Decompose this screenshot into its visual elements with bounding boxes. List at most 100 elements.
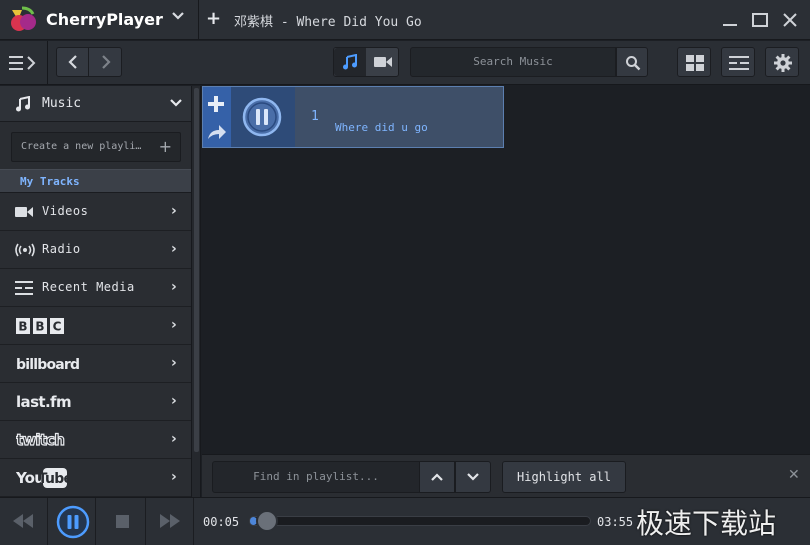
pause-icon[interactable] [241, 96, 283, 138]
video-camera-icon [15, 207, 33, 217]
media-type-switch [333, 47, 399, 77]
sidebar: Music Create a new playli… + My Tracks V… [0, 86, 191, 497]
seek-handle[interactable] [255, 510, 278, 532]
svg-text:B: B [35, 320, 44, 334]
title-bar: CherryPlayer + 邓紫棋 - Where Did You Go [0, 0, 810, 40]
find-bar: Find in playlist... Highlight all ✕ [202, 454, 810, 497]
track-artwork [231, 87, 295, 147]
sidebar-item-lastfm[interactable]: last.fm › [0, 383, 191, 421]
seek-bar[interactable] [249, 516, 591, 526]
chevron-right-icon: › [171, 393, 177, 409]
track-title: Where did u go [335, 121, 428, 134]
svg-text:twitch: twitch [16, 431, 64, 449]
app-menu-chevron-icon[interactable] [168, 10, 188, 30]
chevron-right-icon: › [171, 279, 177, 295]
sidebar-toggle-button[interactable] [0, 41, 48, 85]
now-playing-tab-title[interactable]: 邓紫棋 - Where Did You Go [234, 11, 422, 30]
stop-button[interactable] [98, 498, 146, 545]
video-mode-button[interactable] [367, 48, 399, 76]
twitch-logo: twitch [16, 430, 66, 449]
fast-forward-icon [160, 514, 180, 528]
billboard-logo: billboard [16, 357, 80, 373]
playlist-panel: 1 Where did u go [202, 86, 810, 454]
new-playlist-input[interactable]: Create a new playli… + [11, 132, 181, 162]
svg-text:B: B [18, 320, 27, 334]
add-playlist-plus-icon[interactable]: + [159, 137, 172, 156]
recent-media-icon [15, 281, 33, 295]
total-time: 03:55 [597, 515, 634, 529]
pause-icon [56, 505, 90, 539]
music-mode-button[interactable] [334, 48, 366, 76]
search-icon [626, 56, 641, 71]
sidebar-item-recent-media[interactable]: Recent Media › [0, 269, 191, 307]
maximize-icon[interactable] [750, 10, 770, 30]
scrollbar-thumb[interactable] [194, 88, 199, 452]
sidebar-item-twitch[interactable]: twitch › [0, 421, 191, 459]
find-previous-button[interactable] [419, 461, 455, 493]
previous-track-button[interactable] [0, 498, 48, 545]
sidebar-item-youtube[interactable]: You Tube › [0, 459, 191, 497]
sidebar-item-music[interactable]: Music [0, 86, 191, 122]
track-card[interactable]: 1 Where did u go [202, 86, 504, 148]
search-input[interactable]: Search Music [410, 47, 616, 77]
chevron-right-icon: › [171, 355, 177, 371]
lastfm-logo: last.fm [16, 393, 72, 411]
new-playlist-placeholder: Create a new playli… [21, 141, 142, 152]
sidebar-item-bbc[interactable]: B B C › [0, 307, 191, 345]
chevron-down-icon [170, 99, 182, 107]
cherryplayer-logo-icon [11, 6, 36, 31]
player-bar: 00:05 03:55 极速下载站 [0, 497, 810, 545]
watermark-text: 极速下载站 [636, 507, 777, 540]
sidebar-item-label: Videos [42, 204, 89, 218]
history-nav-group [56, 47, 122, 77]
svg-text:billboard: billboard [16, 357, 79, 373]
close-icon[interactable] [780, 10, 800, 30]
settings-button[interactable] [765, 47, 799, 77]
play-pause-button[interactable] [48, 498, 96, 545]
youtube-logo: You Tube [16, 468, 68, 488]
sidebar-item-label: Recent Media [42, 280, 135, 294]
tab-separator [198, 0, 199, 40]
list-view-button[interactable] [721, 47, 755, 77]
chevron-right-icon: › [171, 469, 177, 485]
music-note-icon [16, 96, 30, 112]
sidebar-item-label: Music [42, 96, 82, 111]
grid-view-icon [686, 55, 704, 71]
chevron-right-icon: › [171, 431, 177, 447]
close-find-bar-icon[interactable]: ✕ [788, 467, 800, 483]
sidebar-scrollbar[interactable] [191, 86, 201, 497]
search-button[interactable] [616, 47, 648, 77]
sidebar-item-videos[interactable]: Videos › [0, 193, 191, 231]
gear-icon [774, 54, 792, 72]
forward-button[interactable] [90, 48, 122, 76]
find-next-button[interactable] [455, 461, 491, 493]
back-button[interactable] [57, 48, 89, 76]
menu-lines-icon [9, 56, 36, 70]
music-note-icon [343, 54, 357, 70]
highlight-all-button[interactable]: Highlight all [502, 461, 626, 493]
sidebar-item-billboard[interactable]: billboard › [0, 345, 191, 383]
chevron-right-icon: › [171, 317, 177, 333]
grid-view-button[interactable] [677, 47, 711, 77]
sidebar-item-label: Radio [42, 242, 81, 256]
minimize-icon[interactable] [720, 10, 740, 30]
add-tab-plus-icon[interactable]: + [206, 8, 221, 29]
add-to-playlist-plus-icon[interactable] [208, 96, 224, 112]
stop-icon [116, 515, 129, 528]
svg-text:Tube: Tube [38, 471, 68, 487]
app-name: CherryPlayer [46, 10, 163, 29]
current-time: 00:05 [203, 515, 240, 529]
toolbar: Search Music [0, 41, 810, 85]
share-arrow-icon[interactable] [207, 124, 227, 140]
video-camera-icon [374, 57, 392, 67]
track-actions [203, 87, 231, 147]
next-track-button[interactable] [146, 498, 194, 545]
playlist-label: My Tracks [20, 175, 80, 188]
sidebar-item-radio[interactable]: Radio › [0, 231, 191, 269]
find-in-playlist-input[interactable]: Find in playlist... [212, 461, 420, 493]
svg-text:last.fm: last.fm [16, 393, 71, 411]
playlist-my-tracks[interactable]: My Tracks [0, 169, 191, 193]
svg-text:C: C [53, 320, 62, 334]
chevron-right-icon: › [171, 203, 177, 219]
chevron-left-icon [67, 55, 77, 69]
